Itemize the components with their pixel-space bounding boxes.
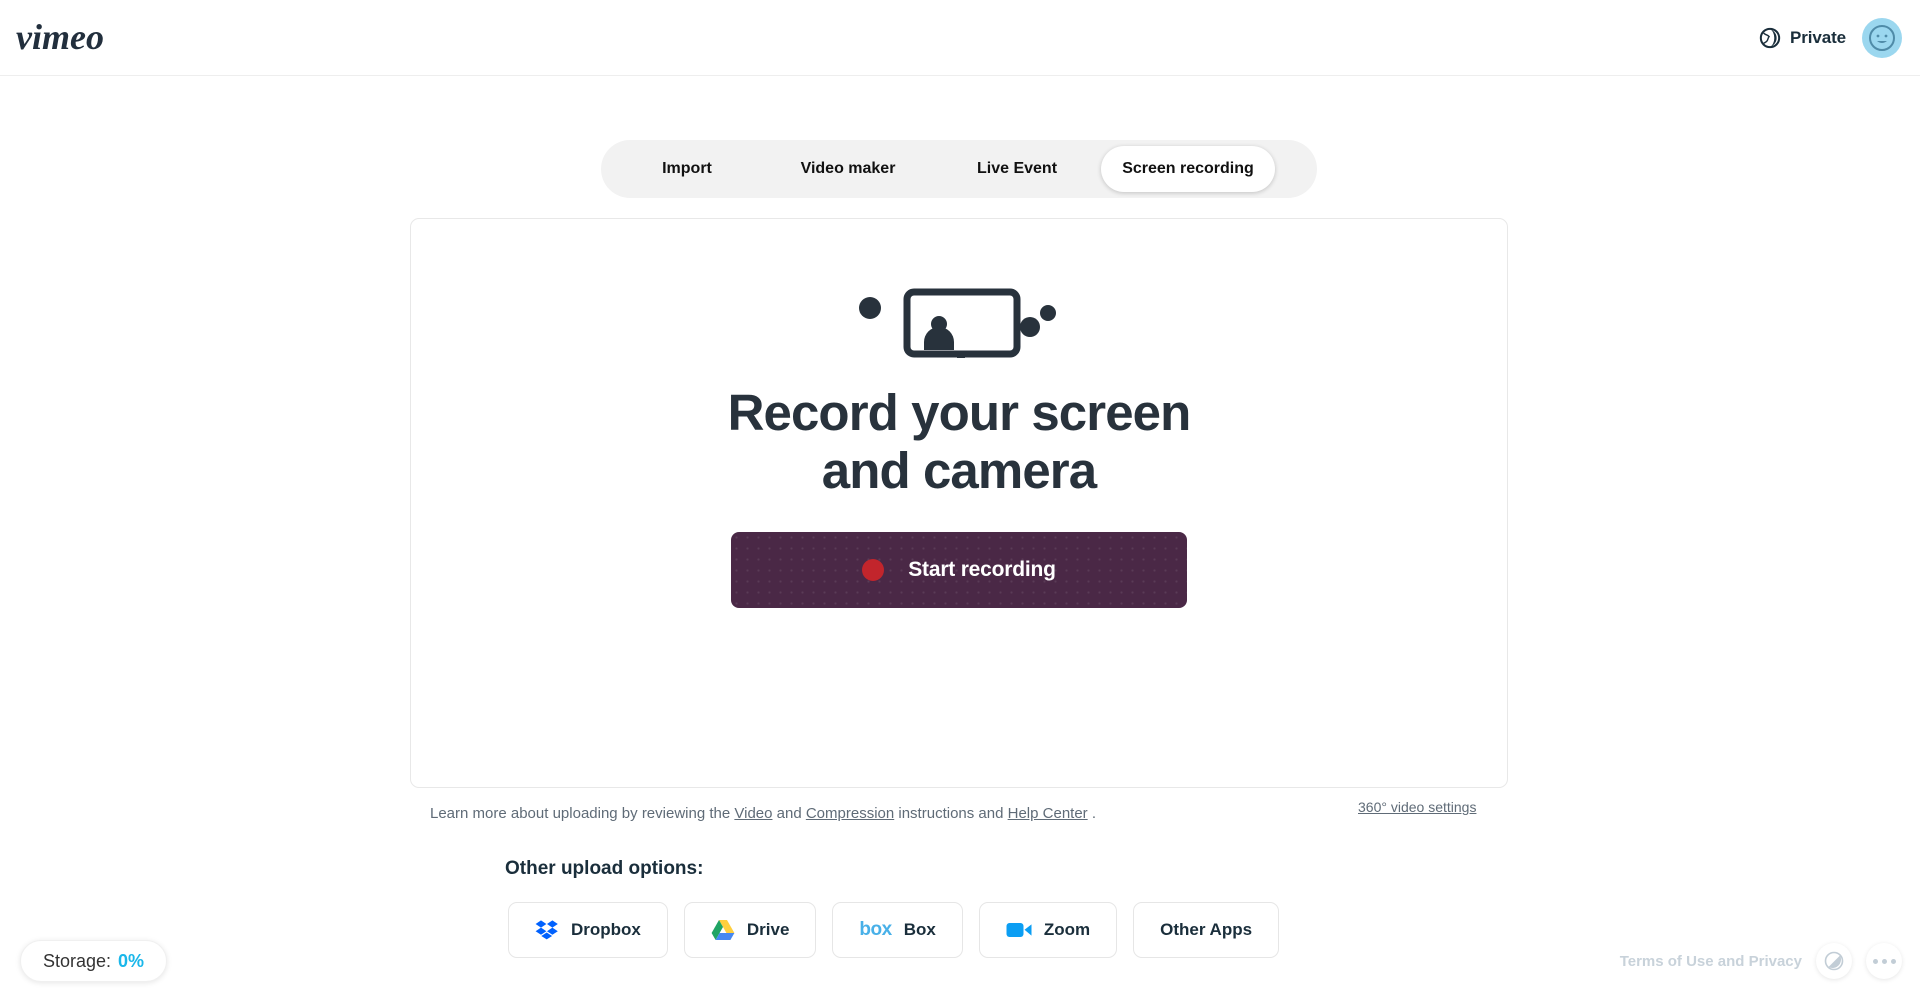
start-recording-label: Start recording	[908, 558, 1056, 582]
card-content: Record your screen and camera Start reco…	[411, 286, 1507, 609]
upload-option-box-label: Box	[903, 920, 936, 939]
storage-indicator[interactable]: Storage: 0%	[20, 940, 168, 982]
zoom-camera-icon	[1006, 921, 1032, 939]
more-dots-icon	[1872, 958, 1896, 964]
vimeo-logo[interactable]: vimeo	[14, 16, 134, 60]
upload-option-other-apps-label: Other Apps	[1160, 920, 1253, 939]
upload-option-dropbox-label: Dropbox	[571, 920, 641, 939]
headline-line-2: and camera	[821, 442, 1097, 500]
box-icon: box	[859, 919, 892, 940]
upload-option-drive-label: Drive	[746, 920, 790, 939]
monitor-with-person-icon	[854, 286, 1064, 358]
tab-screen-recording[interactable]: Screen recording	[1101, 146, 1275, 192]
upload-option-drive[interactable]: Drive	[683, 902, 817, 958]
upload-option-zoom-label: Zoom	[1043, 920, 1091, 939]
video-link[interactable]: Video	[734, 805, 772, 822]
storage-label: Storage:	[43, 950, 112, 971]
headline-line-1: Record your screen	[727, 384, 1192, 441]
tab-live-event[interactable]: Live Event	[937, 146, 1097, 192]
instructions-text: instructions and	[894, 805, 1008, 822]
contrast-accessibility-icon	[1824, 951, 1844, 971]
upload-option-other-apps[interactable]: Other Apps	[1133, 902, 1280, 958]
page-title: Record your screen and camera	[727, 384, 1192, 500]
user-avatar-smiley-icon	[1869, 25, 1895, 51]
privacy-label: Private	[1789, 28, 1846, 47]
upload-option-zoom[interactable]: Zoom	[978, 902, 1118, 958]
more-options-button[interactable]	[1866, 943, 1902, 979]
other-upload-options-row: Dropbox Drive box Box Zoom Other Apps	[508, 902, 1280, 958]
360-video-settings-link[interactable]: 360° video settings	[1358, 799, 1476, 815]
globe-icon	[1759, 27, 1781, 49]
upload-option-dropbox[interactable]: Dropbox	[508, 902, 668, 958]
learn-more-prefix: Learn more about uploading by reviewing …	[430, 805, 735, 822]
top-header: vimeo Private	[0, 0, 1920, 76]
google-drive-icon	[711, 919, 735, 941]
help-center-link[interactable]: Help Center	[1008, 805, 1088, 822]
upload-option-box[interactable]: box Box	[832, 902, 963, 958]
start-recording-button[interactable]: Start recording	[731, 532, 1187, 609]
dropbox-icon	[535, 918, 559, 942]
tab-video-maker[interactable]: Video maker	[759, 146, 937, 192]
svg-text:vimeo: vimeo	[16, 17, 104, 57]
and-text-1: and	[772, 805, 806, 822]
storage-value: 0%	[118, 950, 145, 971]
screen-recording-card: Record your screen and camera Start reco…	[410, 218, 1508, 788]
header-right-group: Private	[1759, 0, 1902, 76]
compression-link[interactable]: Compression	[806, 805, 894, 822]
footer-right-group: Terms of Use and Privacy	[1620, 940, 1902, 982]
tab-import[interactable]: Import	[615, 146, 759, 192]
upload-mode-tabs: Import Video maker Live Event Screen rec…	[601, 140, 1317, 198]
avatar[interactable]	[1862, 18, 1902, 58]
privacy-selector[interactable]: Private	[1759, 27, 1846, 49]
learn-more-text: Learn more about uploading by reviewing …	[430, 805, 1096, 822]
accessibility-contrast-button[interactable]	[1816, 943, 1852, 979]
other-upload-options-title: Other upload options:	[505, 858, 704, 879]
terms-of-use-link[interactable]: Terms of Use and Privacy	[1620, 953, 1802, 970]
record-dot-icon	[862, 559, 885, 582]
trailing-period: .	[1087, 805, 1097, 822]
